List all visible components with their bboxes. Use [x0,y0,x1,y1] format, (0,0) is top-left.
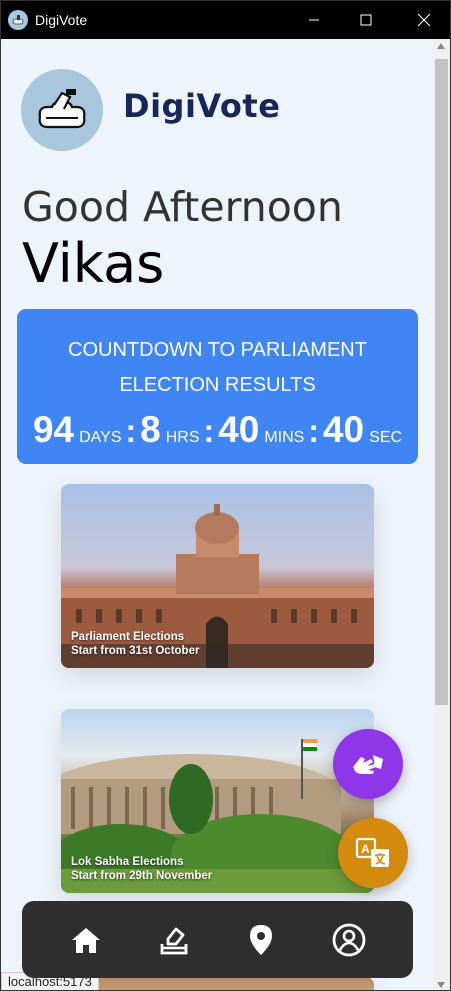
countdown-hours-label: HRS [165,429,200,446]
countdown-heading: COUNTDOWN TO PARLIAMENT ELECTION RESULTS [68,339,367,396]
nav-profile[interactable] [325,916,373,964]
countdown-separator: : [125,413,137,449]
digivote-logo [21,69,103,151]
svg-text:A: A [361,842,370,856]
card-subtitle: Start from 29th November [71,870,213,882]
sign-language-icon [353,755,383,774]
card-subtitle: Start from 31st October [71,645,200,657]
countdown-hours: 8 [140,409,161,450]
countdown-separator: : [203,413,215,449]
card-caption: Parliament Elections Start from 31st Oct… [71,630,199,658]
user-name: Vikas [22,232,165,295]
profile-icon [332,923,366,956]
main-content: DigiVote Good Afternoon Vikas COUNTDOWN … [1,39,434,990]
countdown-days: 94 [32,409,75,450]
election-countdown: COUNTDOWN TO PARLIAMENT ELECTION RESULTS… [17,309,418,464]
election-card-parliament[interactable]: Parliament Elections Start from 31st Oct… [61,484,374,668]
card-caption: Lok Sabha Elections Start from 29th Nove… [71,855,212,883]
nav-vote[interactable] [150,916,198,964]
vote-icon [160,927,188,954]
scroll-up-arrow-icon[interactable] [437,43,445,49]
countdown-secs: 40 [322,409,365,450]
election-card-partial[interactable] [61,977,374,990]
nav-location[interactable] [237,916,285,964]
countdown-timer: 94 DAYS : 8 HRS : 40 MINS : 40 SEC [17,409,418,451]
countdown-days-label: DAYS [79,429,122,446]
countdown-mins: 40 [218,409,260,450]
countdown-mins-label: MINS [264,429,305,446]
card-title: Parliament Elections [71,631,185,643]
translate-button[interactable]: A [338,818,408,888]
location-icon [250,924,273,955]
vertical-scrollbar[interactable] [433,39,450,990]
election-card-lok-sabha[interactable]: Lok Sabha Elections Start from 29th Nove… [61,709,374,893]
scrollbar-thumb[interactable] [435,59,448,705]
minimize-button[interactable] [291,1,337,39]
brand-name: DigiVote [123,87,281,125]
close-button[interactable] [401,1,447,39]
scroll-down-arrow-icon[interactable] [437,982,445,988]
window-title: DigiVote [35,12,88,28]
home-icon [71,927,100,953]
countdown-secs-label: SEC [369,429,403,446]
nav-home[interactable] [62,916,110,964]
countdown-separator: : [308,413,319,449]
maximize-button[interactable] [343,1,389,39]
app-window: DigiVote DigiVote Good Afternoon Vikas C… [0,0,451,991]
bottom-navigation [22,901,413,978]
title-bar: DigiVote [1,1,450,39]
greeting-salutation: Good Afternoon [22,183,343,231]
sign-language-button[interactable] [333,729,403,799]
app-icon [8,10,28,30]
translate-icon: A [355,837,389,867]
card-title: Lok Sabha Elections [71,856,184,868]
